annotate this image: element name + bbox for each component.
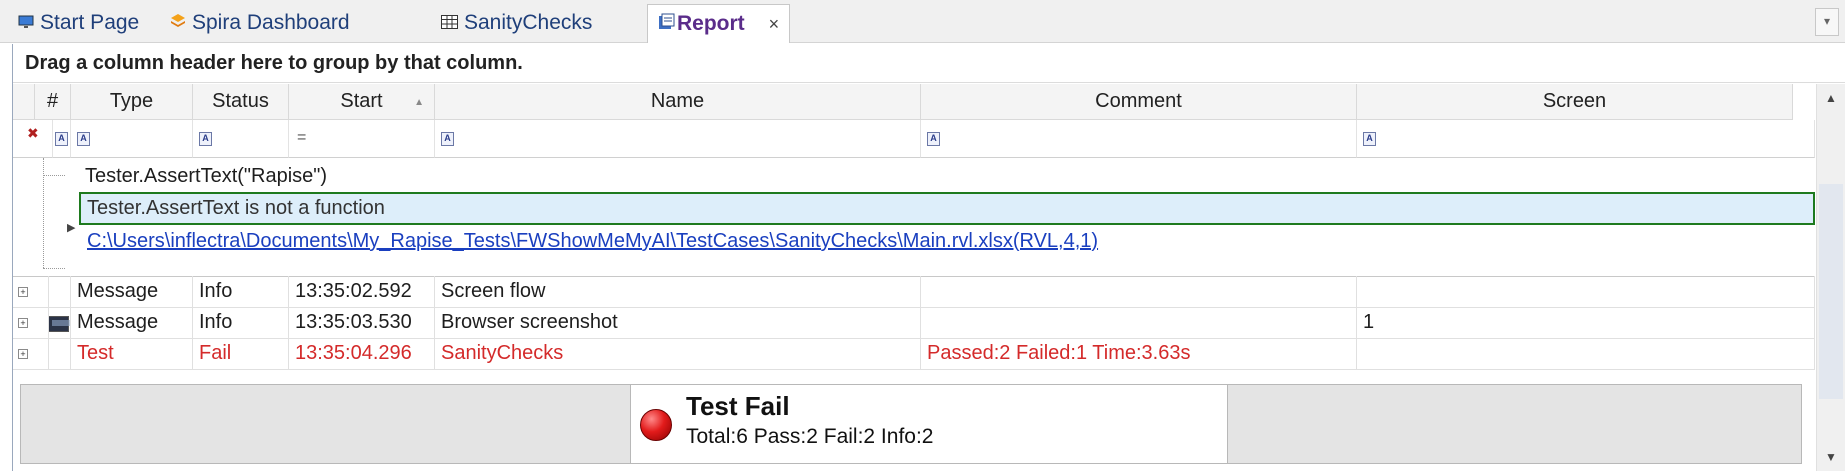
filter-row-indicator: ✖: [13, 120, 53, 158]
summary-stats: Total:6 Pass:2 Fail:2 Info:2: [686, 425, 934, 448]
filter-cell-name[interactable]: A: [435, 120, 921, 158]
tab-spira-dashboard[interactable]: Spira Dashboard: [170, 4, 350, 41]
filter-cell-num[interactable]: A: [53, 120, 71, 158]
filter-text-icon: A: [441, 132, 454, 146]
detail-panel: Tester.AssertText("Rapise") Tester.Asser…: [13, 158, 1815, 277]
row-expander[interactable]: +: [13, 338, 49, 369]
cell-type: Message: [71, 307, 193, 338]
column-header-screen[interactable]: Screen: [1357, 84, 1793, 120]
detail-line-command[interactable]: Tester.AssertText("Rapise"): [79, 160, 1815, 193]
filter-equals-icon: =: [297, 129, 307, 146]
cell-name: SanityChecks: [435, 338, 921, 369]
cell-type: Test: [71, 338, 193, 369]
close-icon[interactable]: ×: [769, 14, 780, 35]
tab-report[interactable]: Report ×: [647, 4, 791, 43]
spira-icon: [170, 11, 186, 35]
column-header-label: Start: [340, 90, 383, 112]
row-pointer-icon: ▶: [67, 222, 76, 234]
tab-sanitychecks[interactable]: SanityChecks: [441, 4, 592, 41]
scroll-up-icon[interactable]: ▲: [1817, 84, 1845, 112]
expand-icon[interactable]: +: [18, 318, 28, 328]
cell-comment: Passed:2 Failed:1 Time:3.63s: [921, 338, 1357, 369]
filter-text-icon: A: [199, 132, 212, 146]
row-expander[interactable]: +: [13, 276, 49, 307]
cell-num: [49, 276, 71, 307]
filter-text-icon: A: [55, 132, 68, 146]
column-header-num[interactable]: #: [35, 84, 71, 120]
cell-screen: 1: [1357, 307, 1815, 338]
expand-icon[interactable]: +: [18, 287, 28, 297]
cell-start: 13:35:04.296: [289, 338, 435, 369]
filter-cell-comment[interactable]: A: [921, 120, 1357, 158]
sort-ascending-icon: ▲: [414, 97, 424, 108]
cell-status: Info: [193, 276, 289, 307]
detail-line-error-selected[interactable]: Tester.AssertText is not a function: [79, 192, 1815, 225]
filter-text-icon: A: [927, 132, 940, 146]
cell-comment: [921, 307, 1357, 338]
column-header-comment[interactable]: Comment: [921, 84, 1357, 120]
summary-title: Test Fail: [686, 391, 790, 421]
summary-footer: Test Fail Total:6 Pass:2 Fail:2 Info:2: [20, 384, 1802, 464]
cell-type: Message: [71, 276, 193, 307]
column-header-status[interactable]: Status: [193, 84, 289, 120]
cell-status: Fail: [193, 338, 289, 369]
screenshot-thumbnail-icon[interactable]: [49, 316, 70, 332]
pin-icon[interactable]: ✖: [27, 125, 39, 142]
column-header-type[interactable]: Type: [71, 84, 193, 120]
tab-label: SanityChecks: [464, 10, 593, 34]
cell-status: Info: [193, 307, 289, 338]
column-header-name[interactable]: Name: [435, 84, 921, 120]
table-icon: [441, 11, 458, 35]
cell-screen: [1357, 276, 1815, 307]
expand-icon[interactable]: +: [18, 349, 28, 359]
summary-result-box: Test Fail Total:6 Pass:2 Fail:2 Info:2: [630, 385, 1228, 463]
cell-start: 13:35:03.530: [289, 307, 435, 338]
monitor-icon: [18, 11, 34, 35]
row-expander[interactable]: +: [13, 307, 49, 338]
tab-label: Spira Dashboard: [192, 10, 350, 34]
report-icon: [658, 12, 675, 36]
filter-text-icon: A: [77, 132, 90, 146]
document-tab-strip: Start Page Spira Dashboard SanityChecks …: [0, 0, 1845, 43]
group-by-panel[interactable]: Drag a column header here to group by th…: [13, 44, 1845, 83]
fail-status-icon: [640, 409, 672, 441]
vertical-scrollbar[interactable]: ▲ ▼: [1816, 84, 1845, 471]
filter-cell-screen[interactable]: A: [1357, 120, 1815, 158]
table-row[interactable]: + Message Info 13:35:02.592 Screen flow: [13, 276, 1815, 308]
cell-start: 13:35:02.592: [289, 276, 435, 307]
table-row[interactable]: + Test Fail 13:35:04.296 SanityChecks Pa…: [13, 338, 1815, 370]
cell-num: [49, 338, 71, 369]
header-indicator-column: [13, 84, 35, 120]
tab-label: Start Page: [40, 10, 140, 34]
filter-cell-status[interactable]: A: [193, 120, 289, 158]
filter-cell-start[interactable]: =: [289, 120, 435, 158]
tab-label: Report: [677, 12, 745, 35]
filter-cell-type[interactable]: A: [71, 120, 193, 158]
cell-num[interactable]: [49, 307, 71, 338]
filter-text-icon: A: [1363, 132, 1376, 146]
detail-line-source[interactable]: C:\Users\inflectra\Documents\My_Rapise_T…: [79, 225, 1815, 258]
scroll-down-icon[interactable]: ▼: [1817, 443, 1845, 471]
source-location-link[interactable]: C:\Users\inflectra\Documents\My_Rapise_T…: [87, 230, 1098, 252]
table-row[interactable]: + Message Info 13:35:03.530 Browser scre…: [13, 307, 1815, 339]
cell-comment: [921, 276, 1357, 307]
cell-name: Browser screenshot: [435, 307, 921, 338]
scroll-thumb[interactable]: [1819, 184, 1843, 399]
tab-list-dropdown-button[interactable]: ▾: [1815, 8, 1839, 36]
tab-start-page[interactable]: Start Page: [18, 4, 139, 41]
column-header-start[interactable]: Start ▲: [289, 84, 435, 120]
cell-screen: [1357, 338, 1815, 369]
cell-name: Screen flow: [435, 276, 921, 307]
